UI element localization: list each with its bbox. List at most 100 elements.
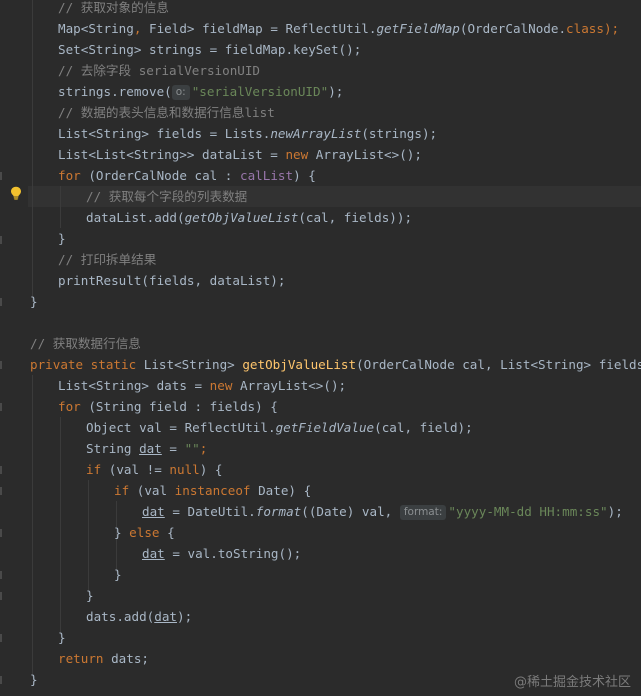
code-keyword: for [58,168,81,183]
fold-marker[interactable] [0,634,2,642]
code-line[interactable]: if (val instanceof Date) { [114,480,311,501]
fold-marker[interactable] [0,571,2,579]
code-comment: // 获取数据行信息 [30,336,141,351]
code-line[interactable]: for (String field : fields) { [58,396,278,417]
fold-marker[interactable] [0,403,2,411]
watermark: @稀土掘金技术社区 [513,675,631,690]
lightbulb-icon[interactable] [10,186,22,200]
code-text: Map<String [58,21,134,36]
code-text: = DateUtil. [164,504,256,519]
code-text: (cal, field); [374,420,473,435]
code-line[interactable]: Map<String, Field> fieldMap = ReflectUti… [58,18,619,39]
code-brace: } [58,630,66,645]
code-brace: } [58,231,66,246]
code-line[interactable]: dat = val.toString(); [142,543,301,564]
code-line[interactable]: } [30,291,38,312]
reassigned-variable: dat [154,609,177,624]
fold-marker[interactable] [0,466,2,474]
code-text: printResult(fields, dataList); [58,273,286,288]
code-line[interactable]: String dat = ""; [86,438,207,459]
code-line[interactable]: } [58,228,66,249]
code-line[interactable]: return dats; [58,648,149,669]
code-line[interactable]: } [86,585,94,606]
fold-marker[interactable] [0,487,2,495]
code-line[interactable]: } [114,564,122,585]
code-keyword: private [30,357,84,372]
parameter-hint: o: [171,85,190,100]
code-line[interactable]: dat = DateUtil.format((Date) val, format… [142,501,623,522]
code-text: List<String> fields = Lists. [58,126,271,141]
code-line[interactable]: } [30,669,38,690]
code-text: Date) { [250,483,312,498]
code-text: Field> fieldMap = ReflectUtil. [141,21,377,36]
code-editor[interactable]: // 获取对象的信息 Map<String, Field> fieldMap =… [0,0,641,696]
indent-guide [60,186,61,228]
code-line[interactable]: // 获取每个字段的列表数据 [86,186,247,207]
code-brace: } [30,672,38,687]
indent-guide [32,0,33,302]
code-line[interactable]: // 去除字段 serialVersionUID [58,60,260,81]
parameter-hint: format: [399,505,447,520]
code-keyword: return [58,651,104,666]
code-keyword: new [285,147,309,162]
code-text: String [86,441,140,456]
code-line[interactable]: List<String> fields = Lists.newArrayList… [58,123,437,144]
fold-marker[interactable] [0,236,2,244]
code-text: (val != [101,462,170,477]
code-keyword: instanceof [174,483,251,498]
code-keyword: class [566,21,604,36]
code-brace: } [30,294,38,309]
code-text: ) { [293,168,316,183]
code-line[interactable]: List<List<String>> dataList = new ArrayL… [58,144,422,165]
fold-marker[interactable] [0,361,2,369]
code-text: (val [129,483,175,498]
code-line[interactable]: List<String> dats = new ArrayList<>(); [58,375,346,396]
fold-marker[interactable] [0,172,2,180]
code-line[interactable]: for (OrderCalNode cal : calList) { [58,165,316,186]
code-line[interactable]: } else { [114,522,175,543]
code-comment: // 数据的表头信息和数据行信息list [58,105,275,120]
code-string: "serialVersionUID" [191,84,329,99]
code-string: "" [184,441,200,456]
code-line[interactable]: dataList.add(getObjValueList(cal, fields… [86,207,412,228]
code-line[interactable]: Set<String> strings = fieldMap.keySet(); [58,39,361,60]
code-line[interactable]: if (val != null) { [86,459,223,480]
fold-marker[interactable] [0,676,2,684]
code-line[interactable]: // 数据的表头信息和数据行信息list [58,102,275,123]
code-punct: ); [603,21,620,36]
code-comment: // 获取每个字段的列表数据 [86,189,248,204]
code-text: Object val = ReflectUtil. [86,420,276,435]
code-line[interactable]: // 获取对象的信息 [58,0,169,18]
code-text: ); [177,609,193,624]
code-text: } [114,525,130,540]
static-method-call: format [255,504,302,519]
code-line[interactable]: dats.add(dat); [86,606,192,627]
reassigned-variable: dat [139,441,162,456]
fold-marker[interactable] [0,298,2,306]
indent-guide [60,417,61,635]
code-text: List<List<String>> dataList = [58,147,286,162]
code-field: calList [239,168,294,183]
code-text: List<String> dats = [58,378,210,393]
code-line[interactable]: strings.remove(o: "serialVersionUID"); [58,81,343,102]
code-line[interactable]: } [58,627,66,648]
code-text: dats.add( [86,609,155,624]
code-line[interactable]: Object val = ReflectUtil.getFieldValue(c… [86,417,473,438]
fold-marker[interactable] [0,592,2,600]
code-text: { [159,525,175,540]
code-line[interactable]: private static List<String> getObjValueL… [30,354,641,375]
code-keyword: static [90,357,137,372]
method-call: getObjValueList [184,210,299,225]
code-brace: } [86,588,94,603]
code-keyword: null [169,462,200,477]
code-keyword: if [114,483,130,498]
code-text: ArrayList<>(); [232,378,347,393]
code-line[interactable]: // 打印拆单结果 [58,249,156,270]
code-line[interactable]: // 获取数据行信息 [30,333,141,354]
code-comment: // 去除字段 serialVersionUID [58,63,261,78]
code-line[interactable]: printResult(fields, dataList); [58,270,285,291]
code-text: (cal, fields)); [298,210,413,225]
code-text: (OrderCalNode cal : [80,168,240,183]
code-text: ); [607,504,623,519]
fold-marker[interactable] [0,529,2,537]
